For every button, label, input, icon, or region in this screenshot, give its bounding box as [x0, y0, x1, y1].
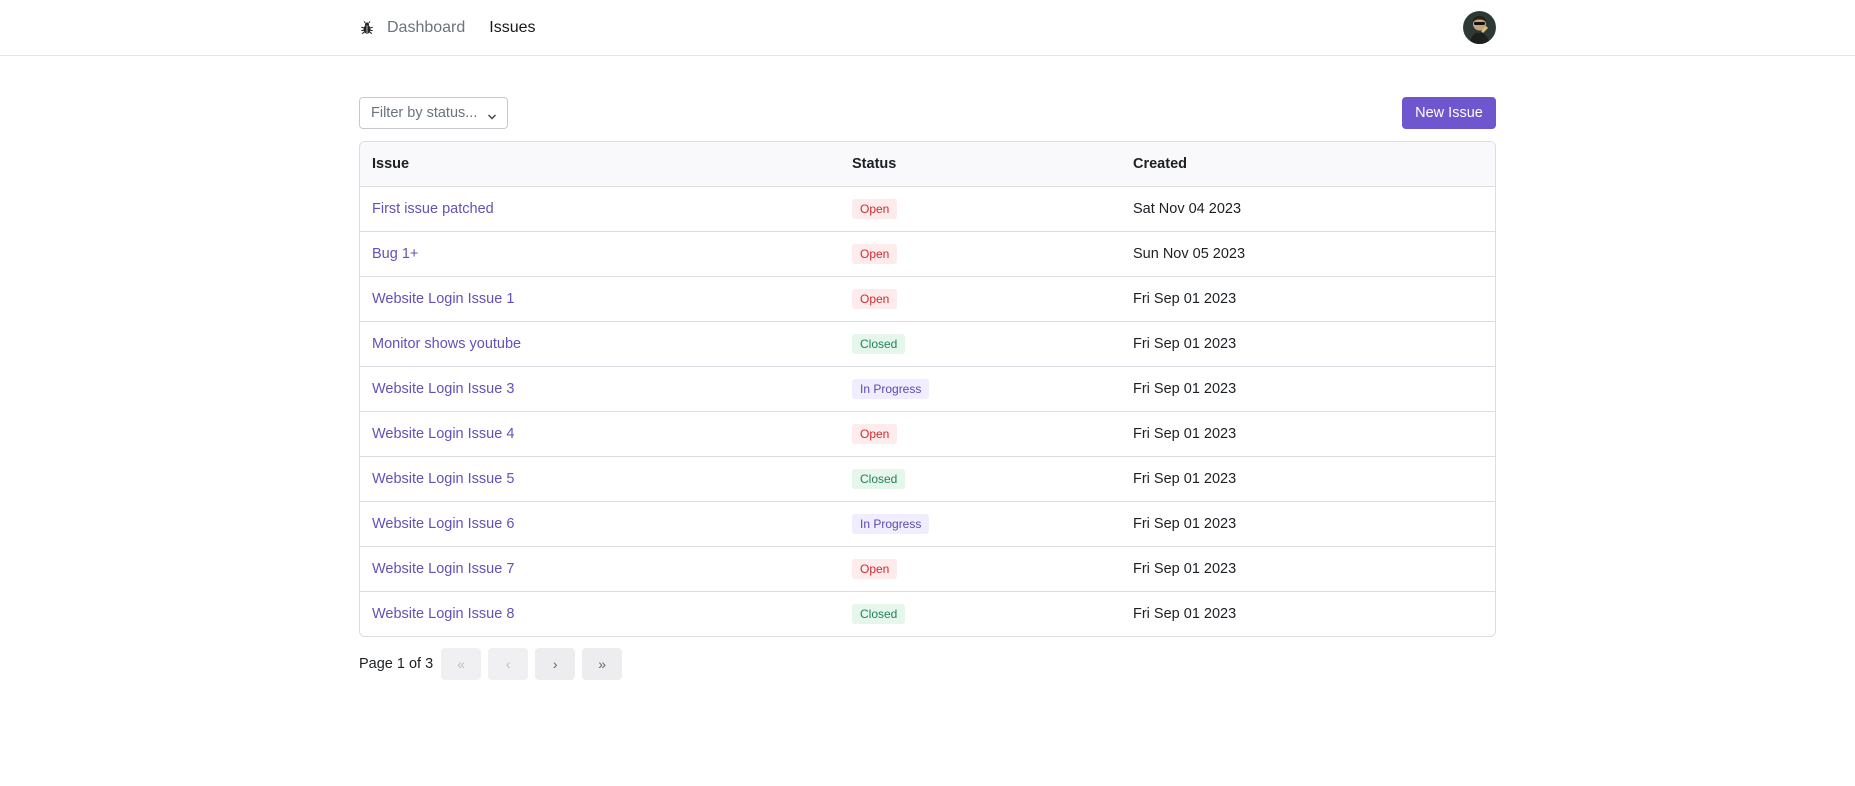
- created-date: Fri Sep 01 2023: [1121, 366, 1495, 412]
- status-cell: Open: [840, 411, 1121, 457]
- double-chevron-left-icon: «: [457, 656, 466, 672]
- status-filter-placeholder: Filter by status...: [371, 105, 478, 121]
- issue-cell: Website Login Issue 1: [360, 276, 840, 322]
- table-row: Bug 1+ Open Sun Nov 05 2023: [360, 231, 1495, 277]
- status-cell: Open: [840, 546, 1121, 592]
- bug-icon[interactable]: [359, 20, 375, 36]
- issue-cell: Website Login Issue 8: [360, 591, 840, 636]
- table-row: Website Login Issue 6 In Progress Fri Sep …: [360, 501, 1495, 547]
- issue-cell: First issue patched: [360, 186, 840, 232]
- created-date: Fri Sep 01 2023: [1121, 321, 1495, 367]
- created-date: Sun Nov 05 2023: [1121, 231, 1495, 277]
- issue-title-link[interactable]: First issue patched: [372, 201, 494, 217]
- next-page-button[interactable]: ›: [535, 648, 576, 680]
- pagination: Page 1 of 3 « ‹ › »: [359, 648, 629, 680]
- table-row: Website Login Issue 1 Open Fri Sep 01 2023: [360, 276, 1495, 322]
- issue-cell: Website Login Issue 4: [360, 411, 840, 457]
- chevron-down-icon: [487, 109, 497, 125]
- table-row: Website Login Issue 5 Closed Fri Sep 01 20…: [360, 456, 1495, 502]
- status-cell: Closed: [840, 321, 1121, 367]
- column-header-status[interactable]: Status: [840, 142, 1121, 187]
- first-page-button[interactable]: «: [441, 648, 482, 680]
- created-date: Fri Sep 01 2023: [1121, 411, 1495, 457]
- issues-toolbar: Filter by status... New Issue: [359, 97, 1496, 129]
- table-row: Monitor shows youtube Closed Fri Sep 01 20…: [360, 321, 1495, 367]
- nav-link-issues[interactable]: Issues: [489, 19, 535, 37]
- issue-cell: Website Login Issue 6: [360, 501, 840, 547]
- navbar-inner: Dashboard Issues: [359, 0, 1496, 56]
- status-badge: In Progress: [852, 378, 930, 399]
- last-page-button[interactable]: »: [582, 648, 623, 680]
- created-date: Sat Nov 04 2023: [1121, 186, 1495, 232]
- issue-title-link[interactable]: Website Login Issue 3: [372, 381, 514, 397]
- issue-title-link[interactable]: Website Login Issue 7: [372, 561, 514, 577]
- status-cell: Open: [840, 231, 1121, 277]
- table-header-row: Issue Status Created: [360, 142, 1495, 187]
- column-header-issue[interactable]: Issue: [360, 142, 840, 187]
- table-row: Website Login Issue 7 Open Fri Sep 01 2023: [360, 546, 1495, 592]
- status-badge: Open: [852, 243, 898, 264]
- status-badge: Open: [852, 288, 898, 309]
- previous-page-button[interactable]: ‹: [488, 648, 529, 680]
- issue-cell: Bug 1+: [360, 231, 840, 277]
- issue-title-link[interactable]: Website Login Issue 8: [372, 606, 514, 622]
- table-row: Website Login Issue 8 Closed Fri Sep 01 20…: [360, 591, 1495, 636]
- nav-link-dashboard[interactable]: Dashboard: [387, 19, 465, 37]
- status-badge: Closed: [852, 468, 906, 489]
- issue-cell: Website Login Issue 5: [360, 456, 840, 502]
- issues-table: Issue Status Created First issue patched…: [359, 141, 1496, 637]
- issue-title-link[interactable]: Bug 1+: [372, 246, 418, 262]
- status-badge: Closed: [852, 603, 906, 624]
- status-badge: Open: [852, 423, 898, 444]
- issue-title-link[interactable]: Website Login Issue 4: [372, 426, 514, 442]
- created-date: Fri Sep 01 2023: [1121, 456, 1495, 502]
- page-indicator: Page 1 of 3: [359, 656, 434, 672]
- created-date: Fri Sep 01 2023: [1121, 276, 1495, 322]
- chevron-left-icon: ‹: [505, 656, 511, 672]
- status-badge: In Progress: [852, 513, 930, 534]
- status-cell: Closed: [840, 456, 1121, 502]
- status-badge: Open: [852, 198, 898, 219]
- issue-title-link[interactable]: Website Login Issue 5: [372, 471, 514, 487]
- top-navbar: Dashboard Issues: [0, 0, 1855, 56]
- issue-title-link[interactable]: Website Login Issue 6: [372, 516, 514, 532]
- chevron-right-icon: ›: [552, 656, 558, 672]
- created-date: Fri Sep 01 2023: [1121, 501, 1495, 547]
- status-cell: In Progress: [840, 501, 1121, 547]
- status-badge: Open: [852, 558, 898, 579]
- user-avatar[interactable]: [1463, 11, 1496, 44]
- issue-title-link[interactable]: Monitor shows youtube: [372, 336, 521, 352]
- status-cell: Open: [840, 186, 1121, 232]
- issue-cell: Website Login Issue 7: [360, 546, 840, 592]
- table-row: First issue patched Open Sat Nov 04 2023: [360, 186, 1495, 232]
- issue-cell: Website Login Issue 3: [360, 366, 840, 412]
- table-row: Website Login Issue 3 In Progress Fri Sep …: [360, 366, 1495, 412]
- status-cell: In Progress: [840, 366, 1121, 412]
- status-filter-select[interactable]: Filter by status...: [359, 97, 508, 129]
- new-issue-button[interactable]: New Issue: [1402, 97, 1496, 129]
- issue-title-link[interactable]: Website Login Issue 1: [372, 291, 514, 307]
- created-date: Fri Sep 01 2023: [1121, 546, 1495, 592]
- column-header-created[interactable]: Created: [1121, 142, 1495, 187]
- created-date: Fri Sep 01 2023: [1133, 605, 1237, 622]
- status-cell: Open: [840, 276, 1121, 322]
- issue-cell: Monitor shows youtube: [360, 321, 840, 367]
- status-cell: Closed: [840, 591, 1121, 636]
- double-chevron-right-icon: »: [598, 656, 607, 672]
- status-badge: Closed: [852, 333, 906, 354]
- table-row: Website Login Issue 4 Open Fri Sep 01 2023: [360, 411, 1495, 457]
